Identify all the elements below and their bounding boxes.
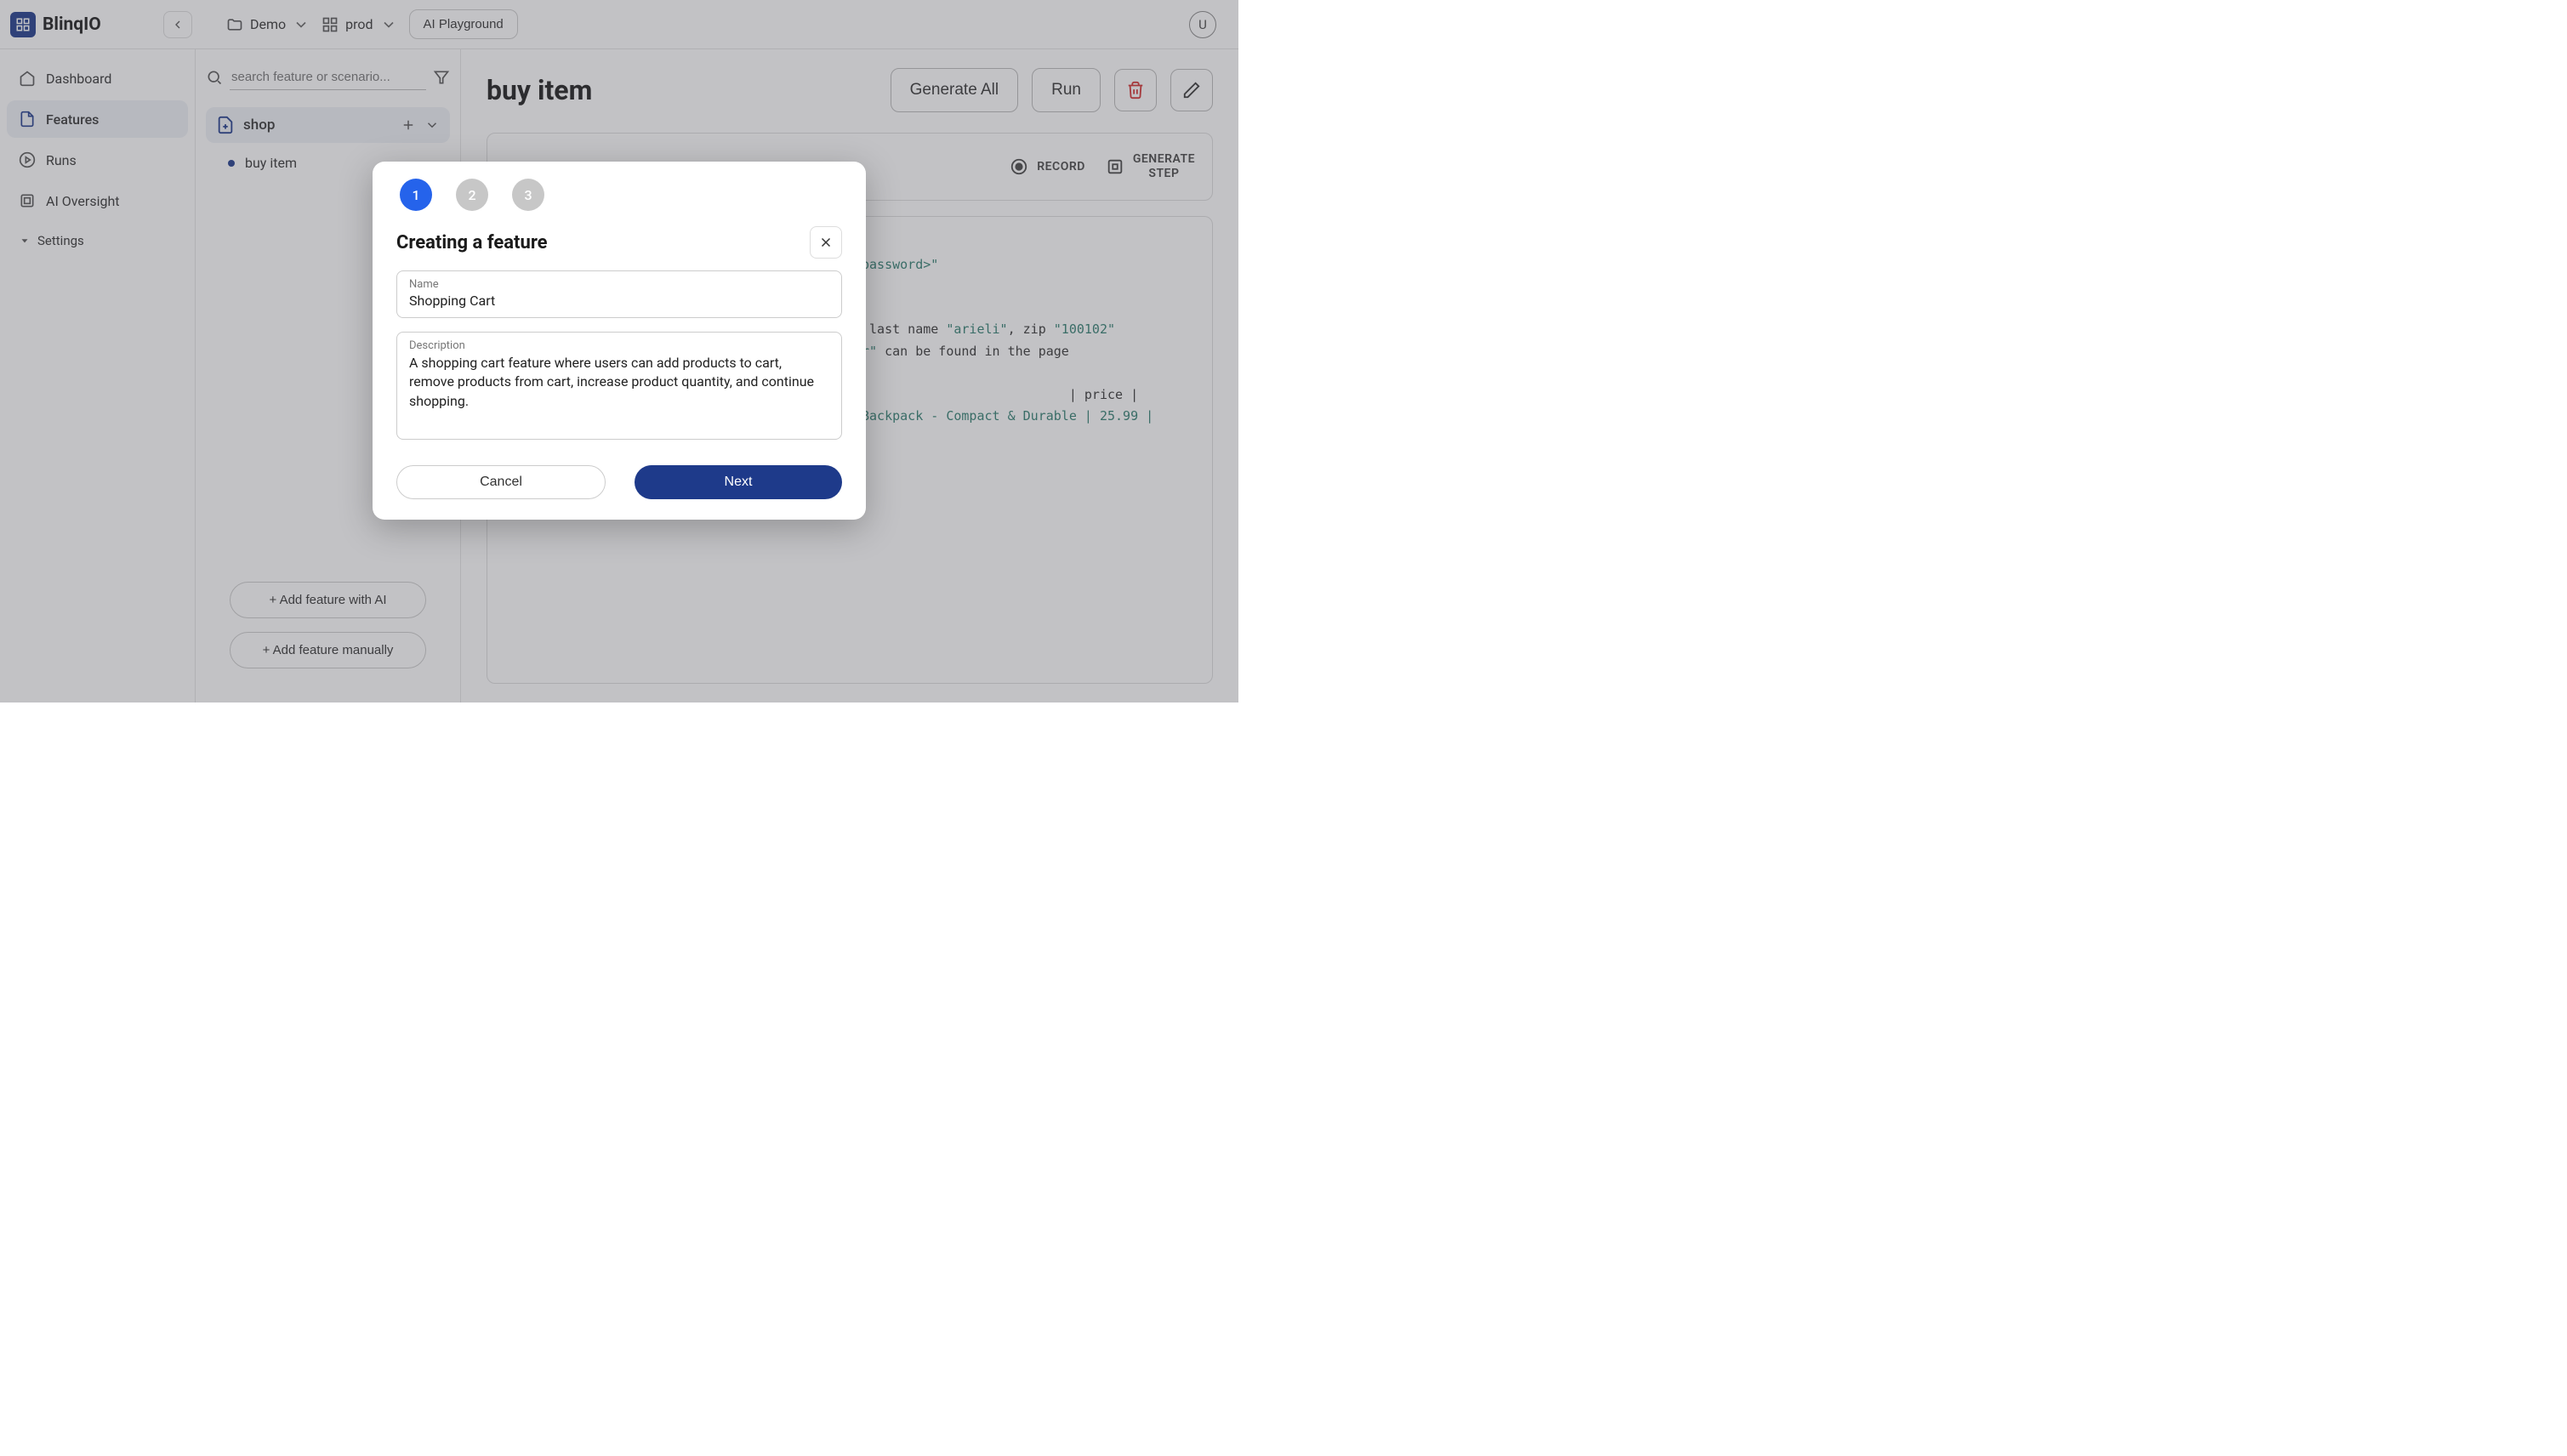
cancel-button[interactable]: Cancel — [396, 465, 606, 499]
name-field[interactable]: Name — [396, 270, 842, 318]
next-button[interactable]: Next — [635, 465, 842, 499]
stepper: 1 2 3 — [396, 179, 842, 211]
name-input[interactable] — [409, 293, 829, 309]
step-1[interactable]: 1 — [400, 179, 432, 211]
modal-overlay: 1 2 3 Creating a feature Name Descriptio… — [0, 0, 1238, 702]
description-input[interactable] — [409, 354, 829, 427]
create-feature-modal: 1 2 3 Creating a feature Name Descriptio… — [373, 162, 866, 520]
name-label: Name — [409, 278, 829, 291]
step-2[interactable]: 2 — [456, 179, 488, 211]
description-field[interactable]: Description — [396, 332, 842, 440]
description-label: Description — [409, 339, 829, 352]
step-3[interactable]: 3 — [512, 179, 544, 211]
close-icon — [818, 235, 834, 250]
close-button[interactable] — [810, 226, 842, 259]
modal-title: Creating a feature — [396, 232, 548, 253]
